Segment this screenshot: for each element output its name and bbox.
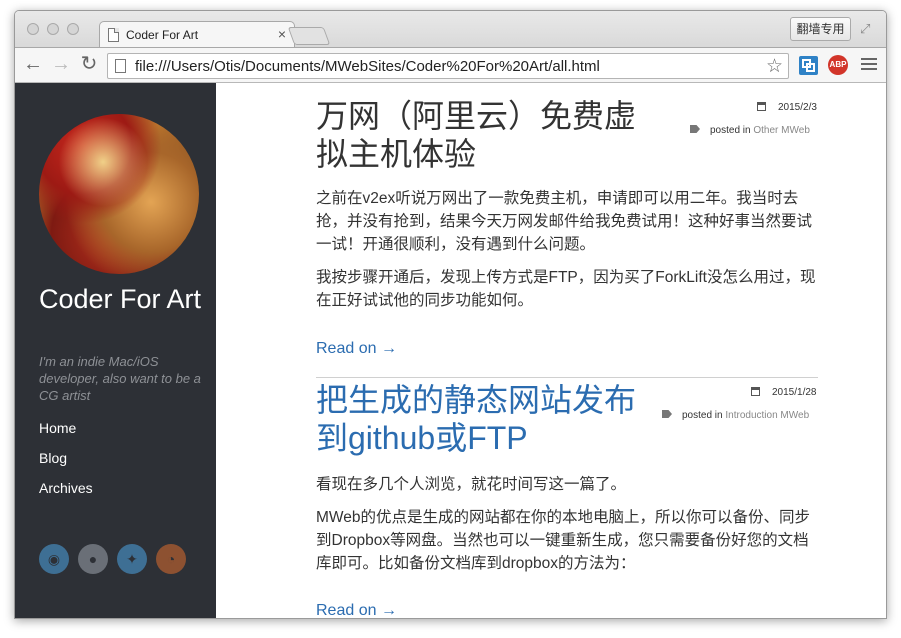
avatar [39, 114, 199, 274]
twitter-icon[interactable]: ✦ [117, 544, 147, 574]
read-on-link[interactable]: Read on → [316, 602, 397, 618]
nav-archives[interactable]: Archives [39, 480, 93, 496]
post-divider [316, 377, 818, 378]
tag-icon [690, 125, 700, 133]
weibo-icon[interactable]: ◉ [39, 544, 69, 574]
tab-strip: Coder For Art × 翻墙专用 ⤢ [15, 11, 886, 48]
post-title[interactable]: 把生成的静态网站发布到github或FTP [316, 381, 656, 457]
calendar-icon [757, 102, 766, 111]
site-tagline: I'm an indie Mac/iOS developer, also wan… [39, 354, 201, 403]
url-text[interactable]: file:///Users/Otis/Documents/MWebSites/C… [135, 58, 600, 75]
calendar-icon [751, 387, 760, 396]
tag-link[interactable]: Introduction [725, 410, 777, 421]
read-on-link[interactable]: Read on → [316, 340, 397, 358]
post-paragraph: 看现在多几个人浏览，就花时间写这一篇了。 [316, 476, 627, 493]
github-icon[interactable]: ● [78, 544, 108, 574]
bookmark-star-icon[interactable]: ☆ [766, 55, 783, 78]
posted-in-label: posted in [682, 410, 723, 421]
tag-link[interactable]: MWeb [781, 125, 810, 136]
fullscreen-icon[interactable]: ⤢ [860, 21, 876, 37]
tab-close-icon[interactable]: × [278, 26, 286, 42]
reload-icon[interactable]: ↻ [77, 53, 101, 77]
qr-code-icon[interactable] [799, 56, 818, 75]
site-title[interactable]: Coder For Art [39, 284, 209, 314]
menu-icon[interactable] [861, 58, 877, 72]
minimize-window-button[interactable] [47, 23, 59, 35]
browser-toolbar: ← → ↻ file:///Users/Otis/Documents/MWebS… [15, 47, 886, 83]
nav-blog[interactable]: Blog [39, 450, 67, 466]
post-paragraph: 我按步骤开通后，发现上传方式是FTP，因为买了ForkLift没怎么用过，现在正… [316, 269, 816, 309]
post-date-text: 2015/2/3 [778, 102, 817, 113]
post-date: 2015/1/28 [751, 387, 817, 398]
page-viewport: Coder For Art I'm an indie Mac/iOS devel… [15, 83, 886, 618]
adblock-icon[interactable]: ABP [828, 55, 848, 75]
new-tab-button[interactable] [287, 27, 331, 45]
post-date: 2015/2/3 [757, 102, 817, 113]
nav-home[interactable]: Home [39, 420, 76, 436]
page-icon [108, 28, 119, 42]
browser-window: Coder For Art × 翻墙专用 ⤢ ← → ↻ file:///Use… [14, 10, 887, 619]
post-tags: posted in Introduction MWeb [662, 410, 809, 421]
tab-title: Coder For Art [126, 28, 199, 42]
post-date-text: 2015/1/28 [772, 387, 817, 398]
post-title[interactable]: 万网（阿里云）免费虚拟主机体验 [316, 97, 656, 173]
proxy-extension-button[interactable]: 翻墙专用 [790, 17, 851, 41]
main-content: 万网（阿里云）免费虚拟主机体验 2015/2/3 posted in Other… [216, 83, 886, 618]
tag-link[interactable]: MWeb [780, 410, 809, 421]
forward-icon[interactable]: → [49, 53, 73, 77]
close-window-button[interactable] [27, 23, 39, 35]
file-icon [115, 59, 126, 73]
sidebar: Coder For Art I'm an indie Mac/iOS devel… [15, 83, 216, 618]
post-tags: posted in Other MWeb [690, 125, 810, 136]
tag-icon [662, 410, 672, 418]
back-icon[interactable]: ← [21, 53, 45, 77]
tag-link[interactable]: Other [753, 125, 778, 136]
posted-in-label: posted in [710, 125, 751, 136]
address-bar[interactable]: file:///Users/Otis/Documents/MWebSites/C… [107, 53, 789, 79]
rss-icon[interactable]: ◔ [156, 544, 186, 574]
browser-tab[interactable]: Coder For Art × [99, 21, 295, 48]
post-paragraph: MWeb的优点是生成的网站都在你的本地电脑上，所以你可以备份、同步到Dropbo… [316, 509, 811, 572]
post-paragraph: 之前在v2ex听说万网出了一款免费主机，申请即可以用二年。我当时去抢，并没有抢到… [316, 190, 813, 253]
zoom-window-button[interactable] [67, 23, 79, 35]
